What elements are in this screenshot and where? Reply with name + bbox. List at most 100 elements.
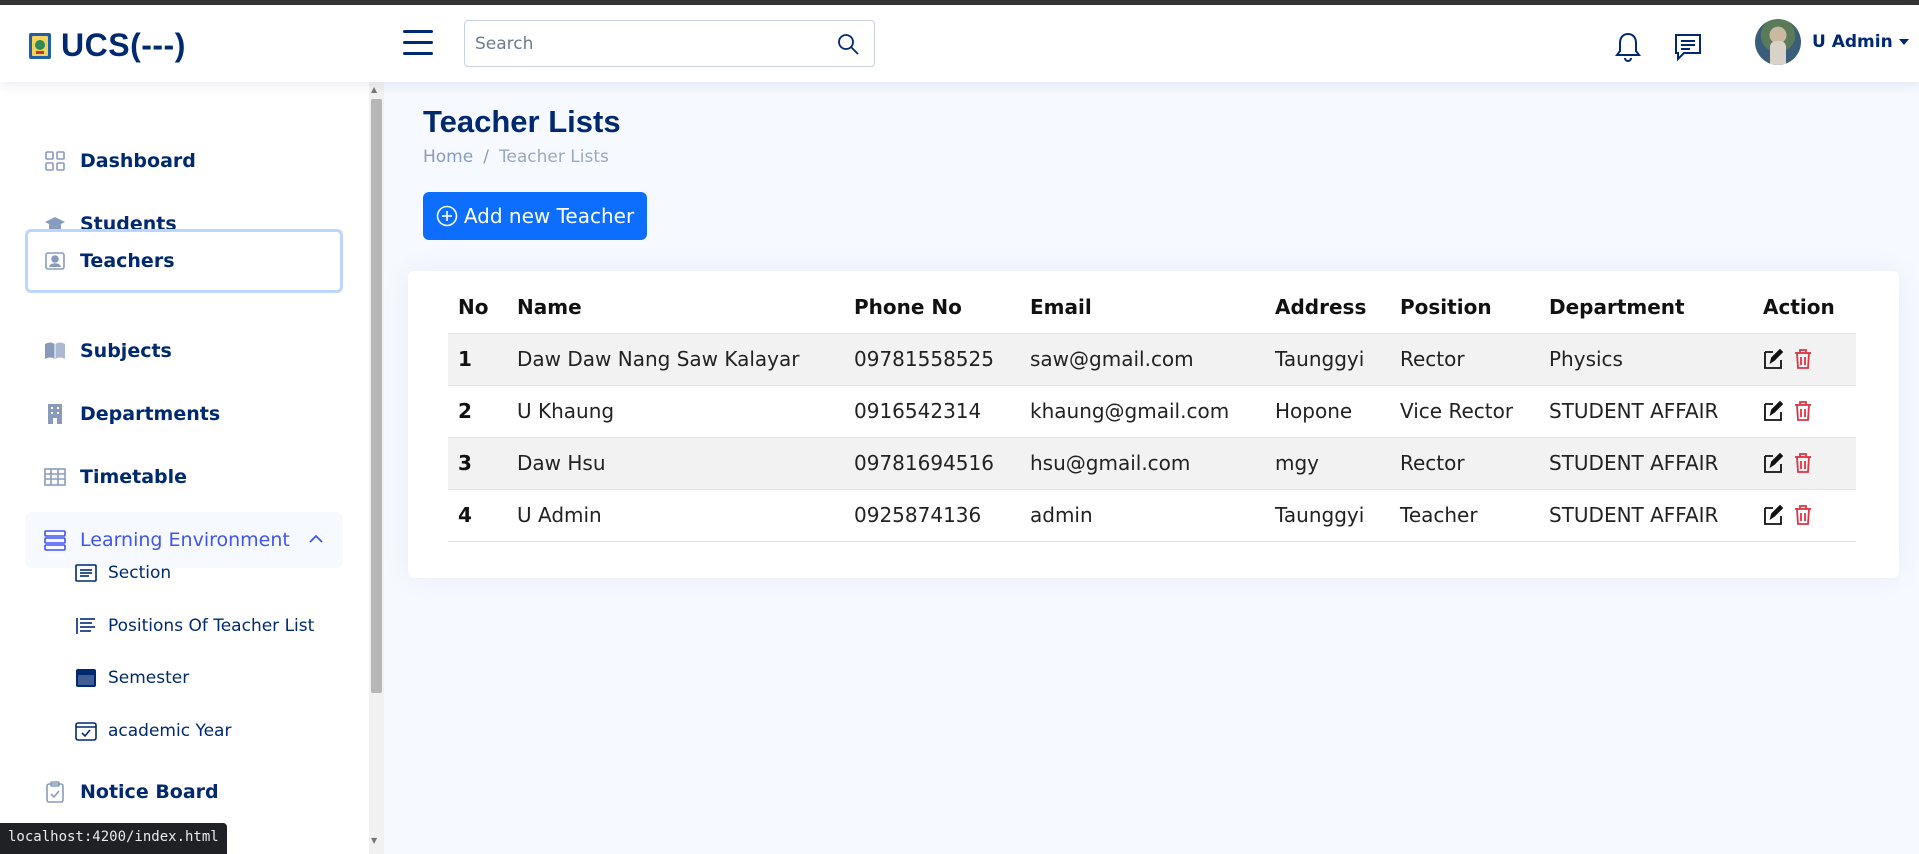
sidebar-item-dashboard[interactable]: Dashboard [25, 133, 343, 189]
calendar-check-icon [75, 722, 97, 741]
cell-phone: 0925874136 [844, 489, 1020, 542]
server-icon [44, 530, 66, 551]
delete-icon[interactable] [1793, 452, 1813, 474]
sidebar-item-label: Teachers [80, 250, 175, 272]
cell-email: khaung@gmail.com [1020, 385, 1265, 438]
cell-position: Rector [1390, 333, 1539, 386]
brand-logo[interactable]: UCS(---) [28, 27, 186, 64]
avatar [1755, 19, 1801, 65]
sidebar-item-learning-environment[interactable]: Learning Environment [25, 512, 343, 568]
profile-name: U Admin [1812, 32, 1893, 52]
page-title: Teacher Lists [423, 104, 621, 139]
plus-circle-icon [436, 205, 458, 227]
logo-emblem-icon [29, 32, 51, 59]
top-header: UCS(---) U Admin [0, 5, 1919, 82]
chevron-up-icon[interactable] [309, 532, 323, 546]
book-icon [45, 342, 65, 359]
breadcrumb-home[interactable]: Home [423, 147, 473, 167]
teacher-table: No Name Phone No Email Address Position … [448, 282, 1856, 542]
text-list-icon [76, 618, 95, 634]
sidebar-subitem-label: Positions Of Teacher List [108, 616, 315, 636]
cell-email: hsu@gmail.com [1020, 437, 1265, 490]
clipboard-icon [46, 781, 64, 803]
cell-phone: 09781694516 [844, 437, 1020, 490]
sidebar-subitem-label: Semester [108, 668, 190, 688]
sidebar-item-timetable[interactable]: Timetable [25, 449, 343, 505]
sidebar-item-subjects[interactable]: Subjects [25, 323, 343, 379]
search-icon[interactable] [836, 32, 860, 56]
column-header-no: No [448, 282, 507, 334]
add-teacher-label: Add new Teacher [463, 204, 635, 228]
status-bar-url: localhost:4200/index.html [0, 823, 227, 854]
cell-actions [1753, 437, 1856, 490]
breadcrumb-current: Teacher Lists [498, 147, 609, 167]
chat-icon[interactable] [1673, 32, 1703, 62]
table-row: 1 Daw Daw Nang Saw Kalayar 09781558525 s… [448, 333, 1856, 386]
cell-department: Physics [1539, 333, 1753, 386]
delete-icon[interactable] [1793, 348, 1813, 370]
bell-icon[interactable] [1613, 31, 1643, 63]
cell-email: saw@gmail.com [1020, 333, 1265, 386]
sidebar-item-teachers[interactable]: Teachers [25, 229, 343, 293]
sidebar-item-label: Notice Board [80, 781, 219, 803]
brand-title: UCS(---) [61, 27, 186, 63]
menu-toggle-icon[interactable] [403, 30, 433, 60]
cell-no: 2 [448, 385, 507, 438]
cell-actions [1753, 385, 1856, 438]
sidebar-subitem-label: Section [108, 563, 172, 583]
cell-address: Taunggyi [1265, 489, 1390, 542]
scroll-down-icon[interactable]: ▼ [371, 836, 377, 845]
cell-address: Taunggyi [1265, 333, 1390, 386]
breadcrumb: Home / Teacher Lists [423, 147, 609, 167]
edit-icon[interactable] [1763, 504, 1783, 526]
caret-down-icon [1898, 39, 1909, 45]
sidebar-scrollbar-thumb[interactable] [371, 99, 382, 693]
sidebar-item-notice-board[interactable]: Notice Board [25, 764, 343, 820]
sidebar-item-departments[interactable]: Departments [25, 386, 343, 442]
column-header-department: Department [1539, 282, 1753, 334]
sidebar-subitem-semester[interactable]: Semester [75, 658, 189, 698]
sidebar-item-label: Subjects [80, 340, 172, 362]
table-row: 3 Daw Hsu 09781694516 hsu@gmail.com mgy … [448, 437, 1856, 490]
sidebar-subitem-positions[interactable]: Positions Of Teacher List [75, 606, 314, 646]
cell-no: 3 [448, 437, 507, 490]
building-icon [48, 404, 62, 424]
cell-no: 1 [448, 333, 507, 386]
cell-name: U Admin [507, 489, 844, 542]
column-header-email: Email [1020, 282, 1265, 334]
sidebar-subitem-section[interactable]: Section [75, 553, 171, 593]
cell-phone: 0916542314 [844, 385, 1020, 438]
scroll-up-icon[interactable]: ▲ [371, 85, 377, 94]
cell-name: Daw Daw Nang Saw Kalayar [507, 333, 844, 386]
column-header-position: Position [1390, 282, 1539, 334]
cell-department: STUDENT AFFAIR [1539, 437, 1753, 490]
sidebar-item-label: Dashboard [80, 150, 196, 172]
column-header-phone: Phone No [844, 282, 1020, 334]
profile-menu[interactable]: U Admin [1755, 19, 1909, 65]
teacher-table-card: No Name Phone No Email Address Position … [408, 271, 1899, 578]
table-row: 4 U Admin 0925874136 admin Taunggyi Teac… [448, 489, 1856, 542]
sidebar-subitem-academic-year[interactable]: academic Year [75, 711, 231, 751]
cell-position: Vice Rector [1390, 385, 1539, 438]
search-input[interactable] [465, 21, 805, 66]
edit-icon[interactable] [1763, 400, 1783, 422]
add-teacher-button[interactable]: Add new Teacher [423, 192, 647, 240]
delete-icon[interactable] [1793, 400, 1813, 422]
sidebar-item-label: Departments [80, 403, 221, 425]
column-header-name: Name [507, 282, 844, 334]
cell-name: Daw Hsu [507, 437, 844, 490]
table-icon [44, 468, 66, 486]
sidebar-item-label: Timetable [80, 466, 188, 488]
cell-department: STUDENT AFFAIR [1539, 385, 1753, 438]
sidebar: Dashboard Students Teachers Subjects Dep… [0, 82, 384, 854]
column-header-action: Action [1753, 282, 1856, 334]
sidebar-subitem-label: academic Year [108, 721, 232, 741]
cell-position: Teacher [1390, 489, 1539, 542]
edit-icon[interactable] [1763, 452, 1783, 474]
delete-icon[interactable] [1793, 504, 1813, 526]
search-bar [464, 20, 875, 67]
cell-no: 4 [448, 489, 507, 542]
edit-icon[interactable] [1763, 348, 1783, 370]
cell-position: Rector [1390, 437, 1539, 490]
cell-department: STUDENT AFFAIR [1539, 489, 1753, 542]
